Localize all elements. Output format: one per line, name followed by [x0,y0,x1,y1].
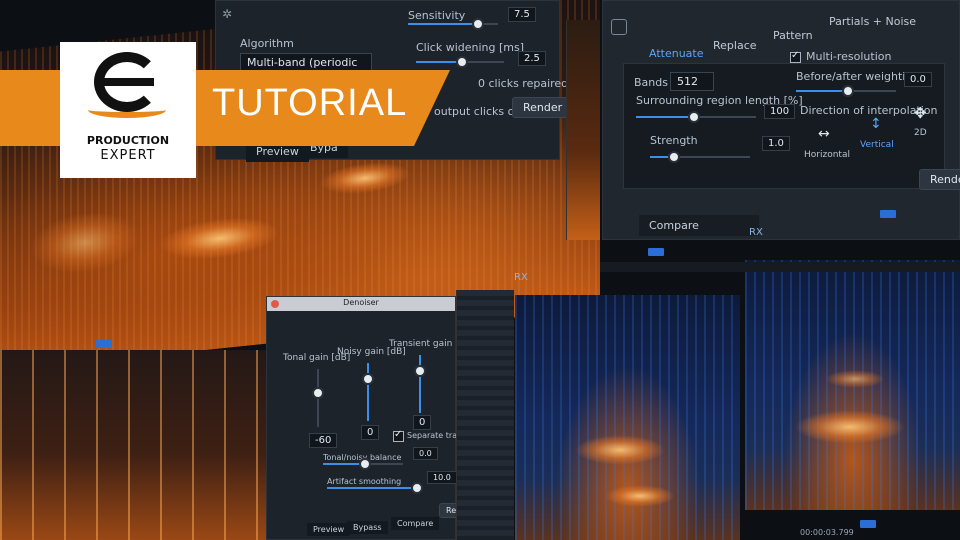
artifact-smoothing-slider[interactable] [327,482,423,494]
module-list[interactable] [456,290,514,540]
spectrogram-bottom-left[interactable] [0,350,300,540]
clicks-repaired-text: 0 clicks repaired [478,77,569,90]
sensitivity-label: Sensitivity [408,9,466,22]
separate-transients-checkbox[interactable] [393,429,404,442]
bands-select[interactable]: 512 [670,72,714,91]
noisy-gain-slider[interactable] [362,363,374,421]
logo-foreground: PRODUCTION EXPERT [60,42,196,178]
denoiser-preview-button[interactable]: Preview [307,523,351,536]
strength-value[interactable]: 1.0 [762,136,790,151]
sensitivity-slider[interactable] [408,18,498,30]
transient-gain-slider[interactable] [414,355,426,413]
toolbar-chip-3[interactable] [96,340,112,348]
rx-bottom-logo: RX [514,272,528,283]
level-meter [566,20,600,240]
click-widening-slider[interactable] [416,56,504,68]
horizontal-arrows-icon[interactable]: ↔ [818,126,830,142]
strength-slider[interactable] [650,151,750,163]
module-icon[interactable] [611,19,627,35]
denoiser-panel: Denoiser Tonal gain [dB] Noisy gain [dB]… [266,296,486,540]
spectral-render-button[interactable]: Render [919,169,960,190]
click-widening-label: Click widening [ms] [416,41,525,54]
settings-icon[interactable]: ✲ [222,7,232,21]
before-after-label: Before/after weighting [796,70,920,83]
strength-label: Strength [650,134,698,147]
denoiser-title: Denoiser [343,298,379,307]
transient-gain-value[interactable]: 0 [413,415,432,430]
vertical-arrows-icon[interactable]: ↕ [870,116,882,132]
tonal-noisy-balance-slider[interactable] [323,458,403,470]
denoiser-bypass-button[interactable]: Bypass [347,521,388,534]
click-widening-value[interactable]: 2.5 [518,51,546,66]
dir-2d-label[interactable]: 2D [914,128,927,138]
2d-arrows-icon[interactable]: ✥ [914,104,927,122]
spectral-rx-logo: RX [749,227,763,238]
artifact-smoothing-value[interactable]: 10.0 [427,471,457,484]
toolbar-chip-1[interactable] [648,248,664,256]
tab-pattern[interactable]: Pattern [773,29,813,42]
declick-render-button[interactable]: Render [512,97,574,118]
noisy-gain-value[interactable]: 0 [361,425,380,440]
tab-replace[interactable]: Replace [713,39,757,52]
denoiser-compare-button[interactable]: Compare [391,517,440,530]
multi-resolution-label: Multi-resolution [806,50,892,63]
sensitivity-value[interactable]: 7.5 [508,7,536,22]
spectrogram-bottom-right[interactable] [745,260,960,510]
time-readout: 00:00:03.799 [800,528,854,537]
close-icon[interactable] [271,300,279,308]
spectrogram-bottom-center[interactable] [515,295,740,540]
tonal-gain-value[interactable]: -60 [309,433,338,448]
artifact-smoothing-label: Artifact smoothing [327,477,402,486]
tonal-gain-slider[interactable] [312,369,324,427]
spectral-compare-button[interactable]: Compare [639,215,759,236]
tutorial-banner-text: TUTORIAL [212,82,408,124]
toolbar-chip-4[interactable] [860,520,876,528]
dir-vertical-label[interactable]: Vertical [860,140,894,150]
tab-partials-noise[interactable]: Partials + Noise [829,15,916,28]
surrounding-slider[interactable] [636,111,756,123]
toolbar-chip-2[interactable] [880,210,896,218]
denoiser-titlebar: Denoiser [267,297,455,311]
before-after-slider[interactable] [796,85,896,97]
spectral-repair-body: Bands 512 Multi-resolution Surrounding r… [623,50,945,189]
dir-horizontal-label[interactable]: Horizontal [804,150,850,160]
rx-bottom-toolbar [600,262,960,272]
tab-attenuate[interactable]: Attenuate [649,47,704,60]
multi-resolution-checkbox[interactable] [790,50,801,63]
bands-label: Bands [634,76,668,89]
algorithm-label: Algorithm [240,37,294,50]
before-after-value[interactable]: 0.0 [904,72,932,87]
tonal-noisy-balance-value[interactable]: 0.0 [413,447,438,460]
spectral-repair-panel: Attenuate Replace Pattern Partials + Noi… [602,0,960,240]
surrounding-value[interactable]: 100 [764,104,796,119]
